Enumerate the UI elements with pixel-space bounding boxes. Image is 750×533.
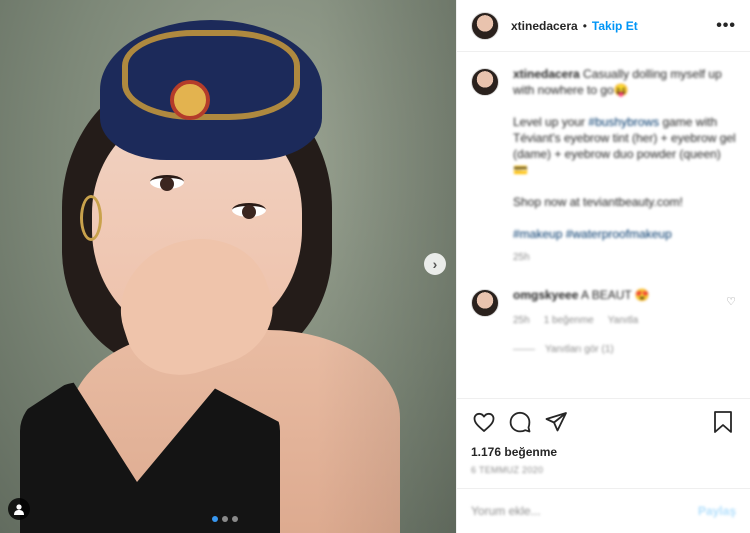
comment-likes[interactable]: 1 beğenme <box>544 315 594 326</box>
post-header: xtinedacera • Takip Et ••• <box>457 0 750 52</box>
reply-button[interactable]: Yanıtla <box>608 315 638 326</box>
avatar[interactable] <box>471 289 499 317</box>
comment: omgskyeee A BEAUT 😍 25h 1 beğenme Yanıtl… <box>471 287 736 326</box>
action-icons <box>471 407 736 437</box>
comment-body: omgskyeee A BEAUT 😍 25h 1 beğenme Yanıtl… <box>513 287 726 326</box>
photo-earring <box>80 195 102 241</box>
view-replies-label: Yanıtları gör (1) <box>545 344 614 355</box>
share-button[interactable] <box>543 409 569 435</box>
likes-count[interactable]: 1.176 beğenme <box>471 445 736 459</box>
comment-text: A BEAUT 😍 <box>581 288 650 302</box>
post-date: 6 TEMMUZ 2020 <box>471 465 544 475</box>
comment-button[interactable] <box>507 409 533 435</box>
post-side-panel: xtinedacera • Takip Et ••• xtinedacera C… <box>456 0 750 533</box>
carousel-dot <box>232 516 238 522</box>
view-replies-button[interactable]: Yanıtları gör (1) <box>513 344 736 355</box>
carousel-next-button[interactable]: › <box>424 253 446 275</box>
comments-section[interactable]: xtinedacera Casually dolling myself up w… <box>457 66 750 396</box>
heart-icon <box>473 412 495 432</box>
post-photo[interactable]: › <box>0 0 456 533</box>
comment-form: Paylaş <box>457 488 750 533</box>
caption-body: xtinedacera Casually dolling myself up w… <box>513 66 736 263</box>
caption-time: 25h <box>513 252 530 263</box>
comment-icon <box>509 411 531 433</box>
caption-username[interactable]: xtinedacera <box>513 67 580 81</box>
photo-eye-left <box>150 175 184 191</box>
comment-input[interactable] <box>471 504 698 518</box>
carousel-dot <box>212 516 218 522</box>
carousel-dot <box>222 516 228 522</box>
comment-like-icon[interactable]: ♡ <box>726 295 736 326</box>
author-username[interactable]: xtinedacera <box>511 19 578 33</box>
follow-button[interactable]: Takip Et <box>592 19 638 33</box>
hashtag-link[interactable]: #bushybrows <box>588 115 659 129</box>
comment-time: 25h <box>513 315 530 326</box>
bandana-pattern <box>122 30 300 120</box>
photo-bandana <box>100 20 322 160</box>
more-options-icon[interactable]: ••• <box>716 17 736 35</box>
comment-meta: 25h 1 beğenme Yanıtla <box>513 315 726 326</box>
tagged-users-button[interactable] <box>8 498 30 520</box>
caption-text-2a: Level up your <box>513 115 589 129</box>
post-actions: 1.176 beğenme 6 TEMMUZ 2020 <box>457 398 750 475</box>
caption: xtinedacera Casually dolling myself up w… <box>471 66 736 263</box>
chevron-right-icon: › <box>432 256 438 272</box>
like-button[interactable] <box>471 409 497 435</box>
bandana-medallion <box>170 80 210 120</box>
caption-text-3: Shop now at teviantbeauty.com! <box>513 195 683 209</box>
bookmark-icon <box>714 411 732 433</box>
hashtag-links[interactable]: #makeup #waterproofmakeup <box>513 226 736 242</box>
post-comment-button[interactable]: Paylaş <box>698 504 736 518</box>
user-icon <box>14 504 24 515</box>
carousel-indicator <box>212 516 238 522</box>
avatar[interactable] <box>471 11 499 40</box>
replies-divider <box>513 349 535 350</box>
photo-eye-right <box>232 203 266 219</box>
header-separator: • <box>582 18 587 33</box>
avatar[interactable] <box>471 68 499 96</box>
save-button[interactable] <box>710 409 736 435</box>
paper-plane-icon <box>545 412 567 432</box>
comment-username[interactable]: omgskyeee <box>513 288 578 302</box>
